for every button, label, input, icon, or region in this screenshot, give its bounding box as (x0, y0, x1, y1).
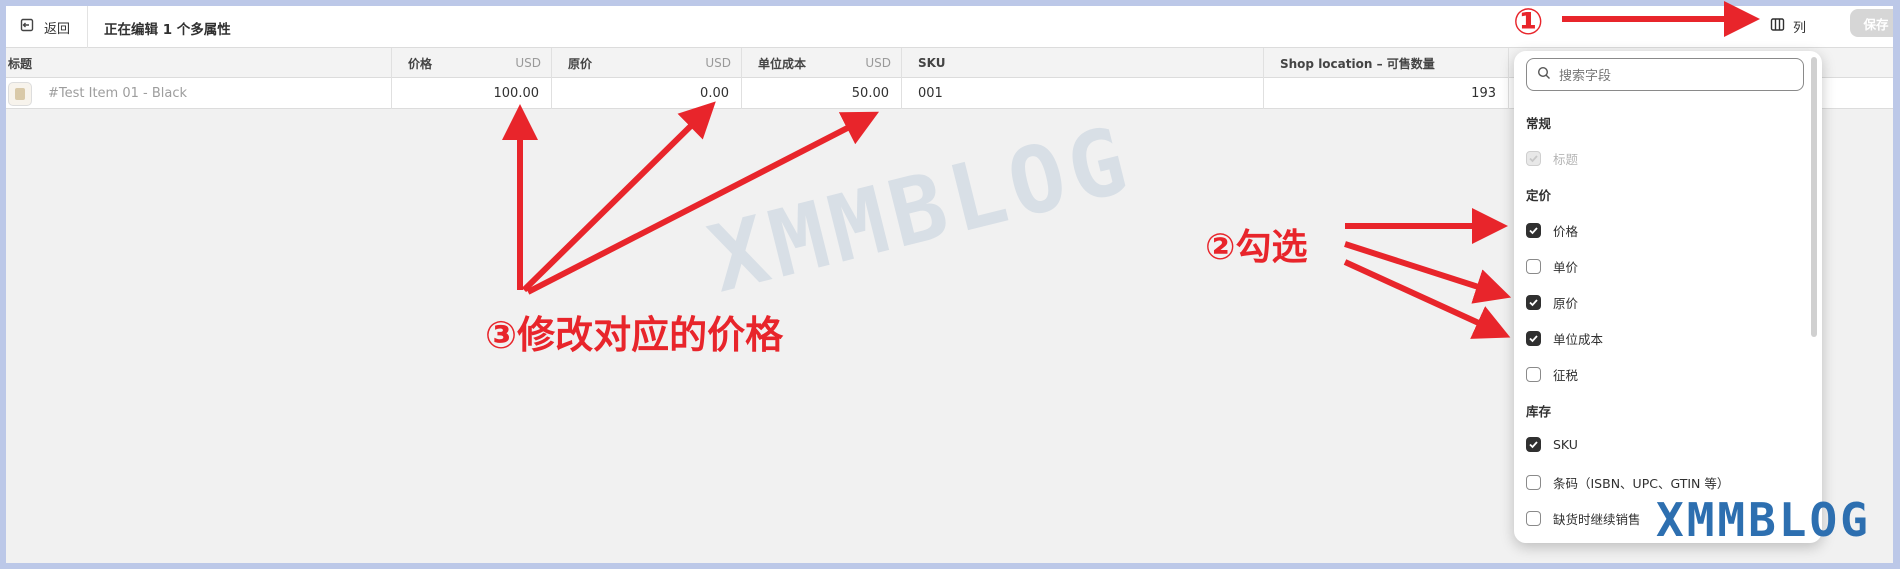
cell-cost[interactable]: 50.00 (742, 78, 902, 109)
exit-icon (20, 18, 34, 36)
checkbox-continue-selling[interactable] (1526, 511, 1541, 526)
checkbox-unit-price[interactable] (1526, 259, 1541, 274)
save-button[interactable]: 保存 (1850, 9, 1893, 37)
section-general: 常规 (1526, 116, 1552, 131)
option-compare-price[interactable]: 原价 (1526, 293, 1578, 312)
search-input[interactable]: 搜索字段 (1526, 58, 1804, 91)
option-barcode[interactable]: 条码（ISBN、UPC、GTIN 等） (1526, 473, 1729, 492)
step-2-label: ②勾选 (1205, 227, 1308, 268)
header-title[interactable]: 标题 (6, 48, 392, 78)
columns-icon (1770, 17, 1785, 36)
option-title: 标题 (1526, 149, 1578, 168)
checkbox-price[interactable] (1526, 223, 1541, 238)
checkbox-barcode[interactable] (1526, 475, 1541, 490)
cell-price[interactable]: 100.00 (392, 78, 552, 109)
columns-panel: 搜索字段 常规 标题 定价 价格 单价 原价 单位成本 征税 库存 SKU 条码… (1514, 51, 1822, 543)
header-sku[interactable]: SKU (902, 48, 1264, 78)
section-inventory: 库存 (1526, 404, 1552, 419)
section-pricing: 定价 (1526, 188, 1552, 203)
app-frame: 返回 正在编辑 1 个多属性 列 保存 标题 价格 USD 原价 USD 单位成… (6, 6, 1893, 563)
header-cost[interactable]: 单位成本 USD (742, 48, 902, 78)
page-title: 正在编辑 1 个多属性 (104, 22, 231, 38)
option-continue-selling[interactable]: 缺货时继续销售 (1526, 509, 1641, 528)
step-1-label: ① (1513, 2, 1544, 43)
checkbox-tax[interactable] (1526, 367, 1541, 382)
back-label: 返回 (44, 21, 71, 37)
option-sku[interactable]: SKU (1526, 437, 1578, 452)
cell-available[interactable]: 193 (1264, 78, 1509, 109)
option-cost[interactable]: 单位成本 (1526, 329, 1603, 348)
product-thumbnail (8, 81, 32, 106)
search-icon (1537, 66, 1551, 84)
option-tax[interactable]: 征税 (1526, 365, 1578, 384)
checkbox-sku[interactable] (1526, 437, 1541, 452)
header-available[interactable]: Shop location – 可售数量 (1264, 48, 1509, 78)
option-price[interactable]: 价格 (1526, 221, 1578, 240)
columns-label: 列 (1793, 20, 1807, 36)
checkbox-title (1526, 151, 1541, 166)
back-button[interactable]: 返回 (12, 6, 88, 48)
checkbox-cost[interactable] (1526, 331, 1541, 346)
panel-scrollbar[interactable] (1811, 57, 1817, 337)
corner-watermark: XMMBLOG (1656, 493, 1871, 547)
checkbox-compare-price[interactable] (1526, 295, 1541, 310)
step-3-label: ③修改对应的价格 (485, 313, 784, 357)
header-price[interactable]: 价格 USD (392, 48, 552, 78)
watermark: XMMBLOG (699, 105, 1143, 314)
top-bar: 返回 正在编辑 1 个多属性 列 保存 (6, 6, 1893, 48)
option-unit-price[interactable]: 单价 (1526, 257, 1578, 276)
search-placeholder: 搜索字段 (1559, 69, 1612, 84)
header-compare-price[interactable]: 原价 USD (552, 48, 742, 78)
cell-title[interactable]: #Test Item 01 - Black (6, 78, 392, 109)
cell-compare-price[interactable]: 0.00 (552, 78, 742, 109)
cell-sku[interactable]: 001 (902, 78, 1264, 109)
columns-button[interactable]: 列 (1762, 12, 1814, 40)
